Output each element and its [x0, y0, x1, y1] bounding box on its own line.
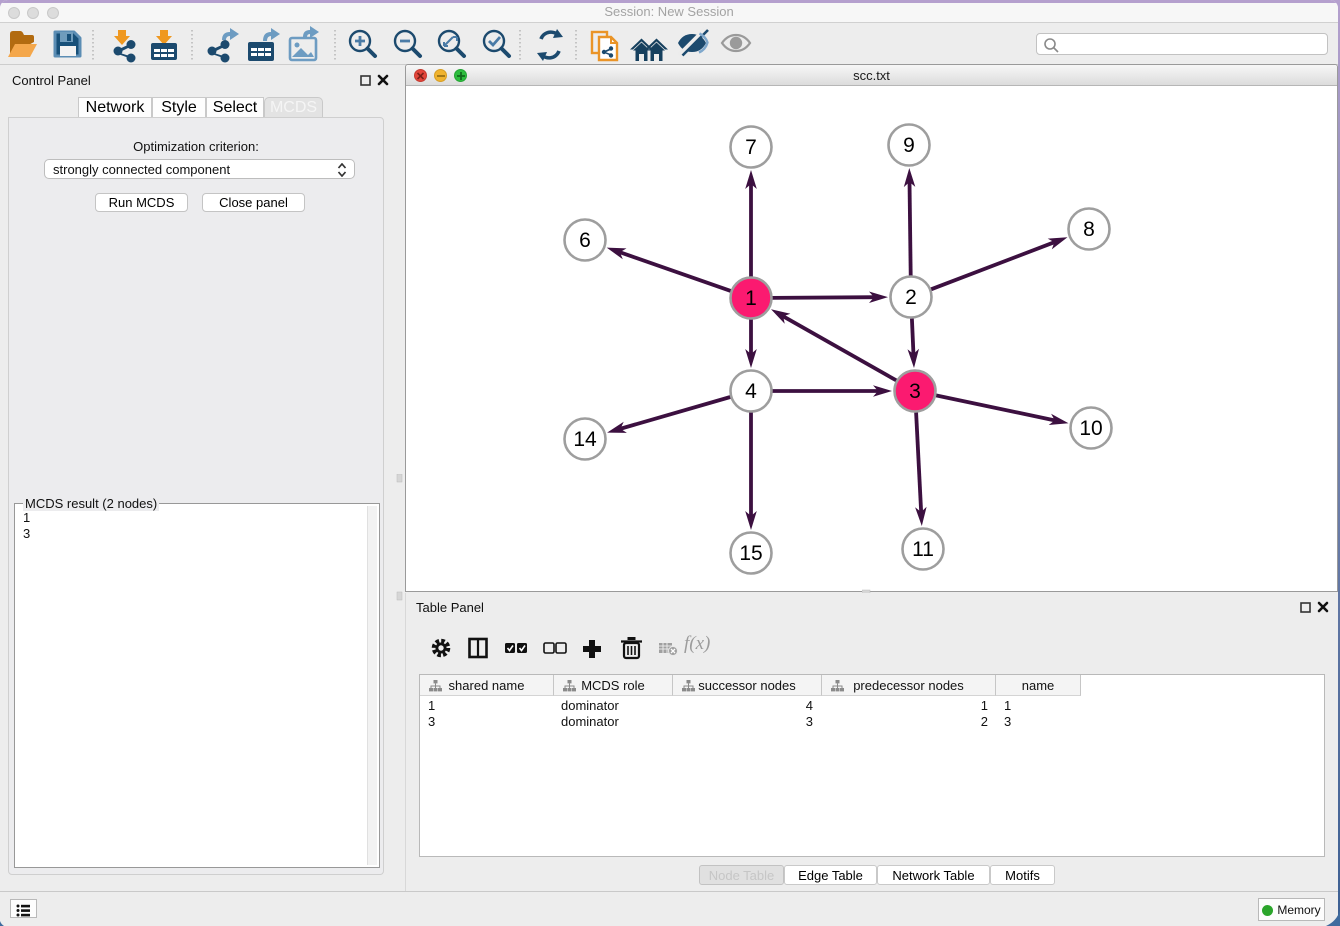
svg-text:6: 6: [579, 229, 591, 252]
svg-text:7: 7: [745, 136, 757, 159]
svg-text:11: 11: [912, 538, 934, 561]
svg-text:14: 14: [573, 428, 597, 451]
svg-text:9: 9: [903, 134, 915, 157]
svg-text:4: 4: [745, 380, 757, 403]
svg-text:3: 3: [909, 380, 921, 403]
svg-text:15: 15: [739, 542, 762, 565]
svg-text:10: 10: [1079, 417, 1102, 440]
svg-text:1: 1: [745, 287, 757, 310]
svg-text:8: 8: [1083, 218, 1095, 241]
svg-text:2: 2: [905, 286, 917, 309]
